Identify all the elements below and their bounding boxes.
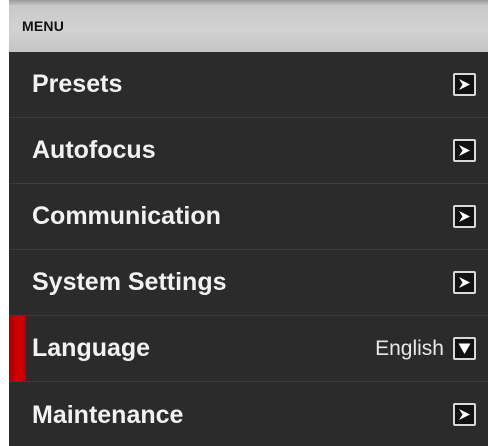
language-value: English: [375, 336, 444, 360]
menu-item-maintenance[interactable]: Maintenance: [9, 382, 488, 446]
menu-item-system-settings[interactable]: System Settings: [9, 250, 488, 316]
menu-item-label: Communication: [32, 202, 221, 230]
active-indicator: [9, 316, 26, 381]
menu-item-presets[interactable]: Presets: [9, 52, 488, 118]
menu-item-label: Language: [32, 334, 151, 362]
chevron-right-icon[interactable]: [453, 270, 476, 294]
chevron-right-icon[interactable]: [453, 138, 476, 162]
menu-item-language[interactable]: Language English: [9, 316, 488, 382]
menu-panel: MENU Presets Autofocus Communication Sys…: [9, 0, 488, 446]
menu-item-label: Maintenance: [32, 400, 184, 429]
menu-item-label: Presets: [32, 70, 123, 98]
menu-list: Presets Autofocus Communication System S…: [9, 52, 488, 446]
menu-header: MENU: [9, 0, 488, 52]
menu-item-autofocus[interactable]: Autofocus: [9, 118, 488, 184]
menu-title: MENU: [22, 18, 65, 34]
menu-item-label: System Settings: [32, 268, 227, 296]
chevron-right-icon[interactable]: [453, 403, 476, 426]
menu-item-label: Autofocus: [32, 136, 156, 164]
menu-item-communication[interactable]: Communication: [9, 184, 488, 250]
chevron-right-icon[interactable]: [453, 204, 476, 228]
chevron-down-icon[interactable]: [453, 336, 476, 360]
chevron-right-icon[interactable]: [453, 72, 476, 96]
